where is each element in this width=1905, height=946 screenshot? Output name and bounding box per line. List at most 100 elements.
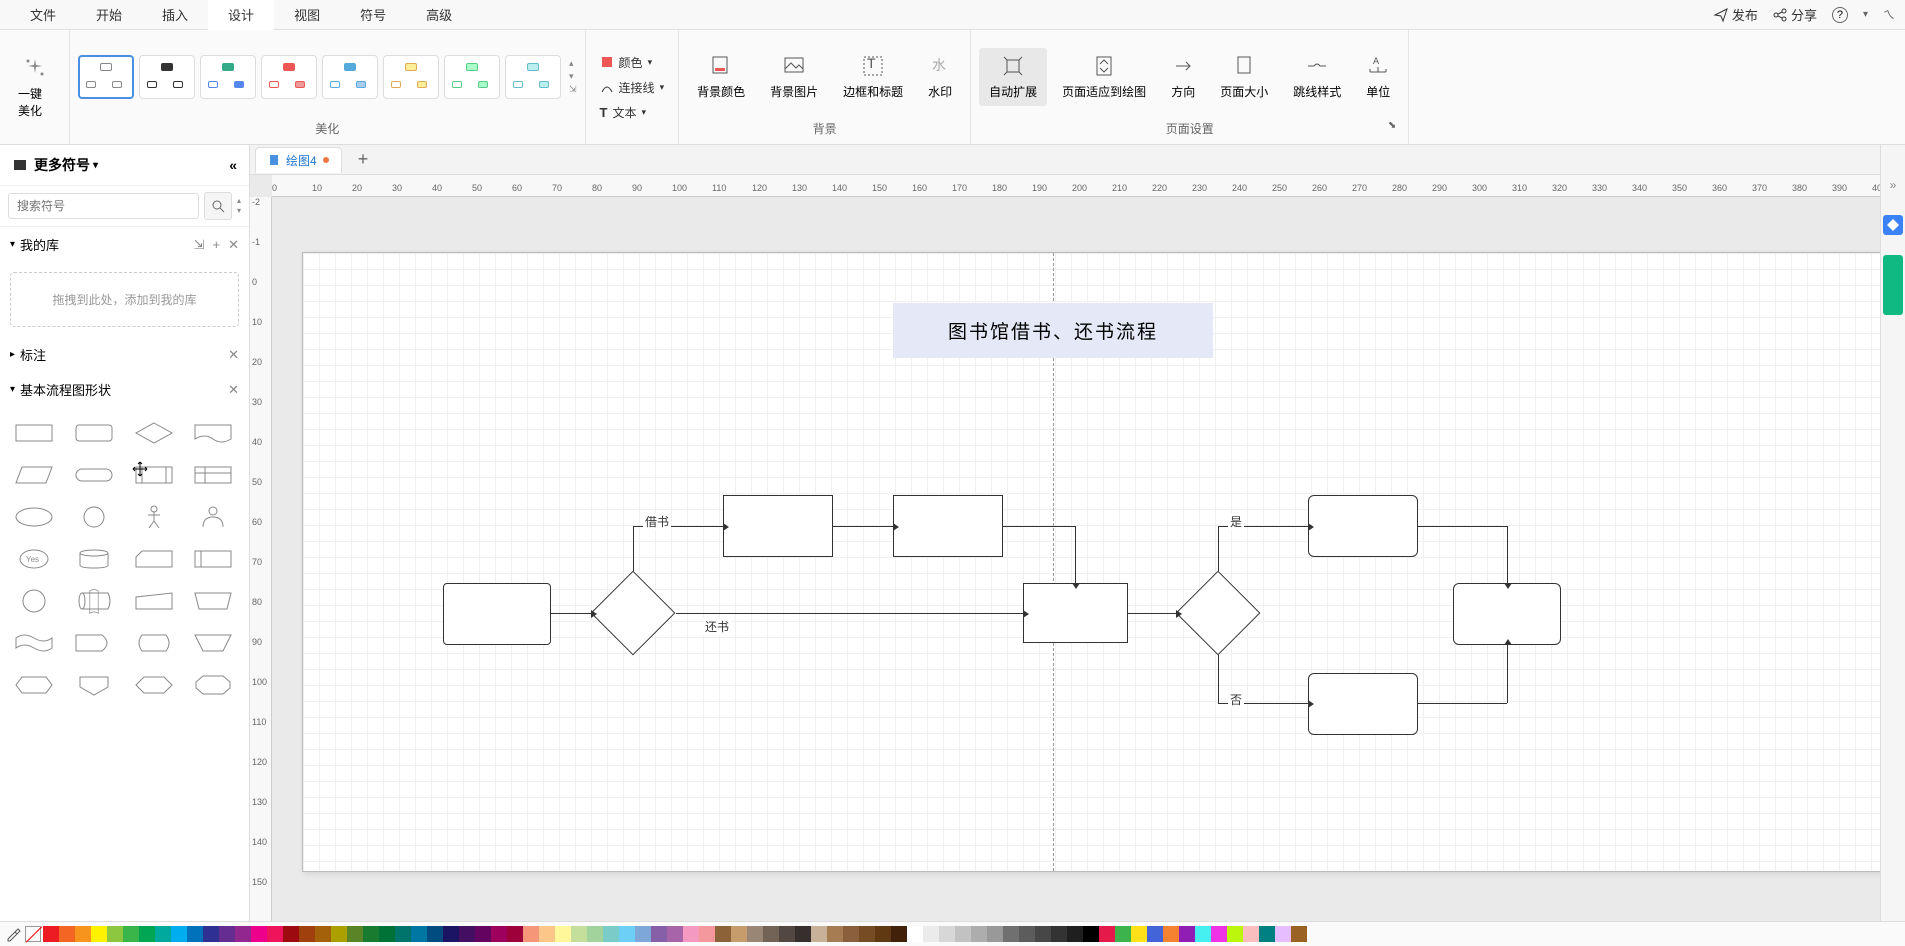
color-swatch[interactable] (987, 926, 1003, 942)
color-swatch[interactable] (1131, 926, 1147, 942)
mylib-close-icon[interactable]: ✕ (228, 237, 239, 253)
panel-down-icon[interactable]: ▾ (237, 206, 241, 216)
theme-8[interactable] (505, 55, 561, 99)
color-swatch[interactable] (635, 926, 651, 942)
color-swatch[interactable] (859, 926, 875, 942)
shape-hex[interactable] (130, 669, 178, 701)
fit-page-button[interactable]: 页面适应到绘图 (1052, 48, 1156, 106)
shape-subroutine[interactable] (189, 543, 237, 575)
bg-image-button[interactable]: 背景图片 (760, 48, 828, 106)
color-swatch[interactable] (747, 926, 763, 942)
shape-manop[interactable] (189, 627, 237, 659)
menu-advanced[interactable]: 高级 (406, 0, 472, 30)
auto-expand-button[interactable]: 自动扩展 (979, 48, 1047, 106)
basicflow-close-icon[interactable]: ✕ (228, 382, 239, 398)
color-swatch[interactable] (43, 926, 59, 942)
mylib-import-icon[interactable]: ⇲ (194, 237, 205, 253)
theme-1[interactable] (78, 55, 134, 99)
color-swatch[interactable] (1179, 926, 1195, 942)
color-swatch[interactable] (59, 926, 75, 942)
shape-rounded[interactable] (70, 417, 118, 449)
shape-document[interactable] (189, 417, 237, 449)
page-size-button[interactable]: 页面大小 (1210, 48, 1278, 106)
menu-view[interactable]: 视图 (274, 0, 340, 30)
mylib-add-icon[interactable]: + (213, 237, 221, 253)
color-swatch[interactable] (299, 926, 315, 942)
shape-stored[interactable] (70, 585, 118, 617)
shape-delay[interactable] (70, 627, 118, 659)
help-button[interactable]: ? (1832, 7, 1848, 23)
theme-4[interactable] (261, 55, 317, 99)
basicflow-section[interactable]: ▾ 基本流程图形状 ✕ (0, 372, 249, 407)
fc-decision-2[interactable] (1176, 571, 1261, 656)
color-swatch[interactable] (1291, 926, 1307, 942)
shape-ellipse[interactable] (10, 501, 58, 533)
unit-button[interactable]: A单位 (1356, 48, 1400, 106)
theme-7[interactable] (444, 55, 500, 99)
color-swatch[interactable] (763, 926, 779, 942)
color-swatch[interactable] (203, 926, 219, 942)
shape-connector[interactable] (10, 585, 58, 617)
shape-tape[interactable] (10, 627, 58, 659)
color-swatch[interactable] (1195, 926, 1211, 942)
color-swatch[interactable] (443, 926, 459, 942)
color-swatch[interactable] (1227, 926, 1243, 942)
shape-predefined[interactable] (130, 459, 178, 491)
fc-rect-top-1[interactable] (723, 495, 833, 557)
color-swatch[interactable] (971, 926, 987, 942)
color-swatch[interactable] (715, 926, 731, 942)
color-swatch[interactable] (827, 926, 843, 942)
shape-user[interactable] (189, 501, 237, 533)
color-swatch[interactable] (395, 926, 411, 942)
format-tab-icon[interactable] (1883, 215, 1903, 235)
border-title-button[interactable]: T边框和标题 (833, 48, 913, 106)
color-swatch[interactable] (811, 926, 827, 942)
menu-symbol[interactable]: 符号 (340, 0, 406, 30)
color-swatch[interactable] (491, 926, 507, 942)
beautify-button[interactable]: 一键美化 (8, 50, 61, 125)
watermark-button[interactable]: 水水印 (918, 48, 962, 106)
fc-start[interactable] (443, 583, 551, 645)
color-swatch[interactable] (923, 926, 939, 942)
theme-more-icon[interactable]: ⇲ (569, 84, 577, 95)
shape-offpage[interactable] (70, 669, 118, 701)
color-swatch[interactable] (251, 926, 267, 942)
shape-terminator[interactable] (70, 459, 118, 491)
color-swatch[interactable] (571, 926, 587, 942)
shape-database[interactable] (70, 543, 118, 575)
menu-file[interactable]: 文件 (10, 0, 76, 30)
eyedropper-icon[interactable] (5, 926, 21, 942)
fc-decision-1[interactable] (591, 571, 676, 656)
color-swatch[interactable] (651, 926, 667, 942)
color-swatch[interactable] (683, 926, 699, 942)
shape-card[interactable] (130, 543, 178, 575)
shape-loop[interactable] (189, 585, 237, 617)
fc-rect-top-2[interactable] (893, 495, 1003, 557)
publish-button[interactable]: 发布 (1714, 5, 1758, 24)
mylib-section[interactable]: ▾ 我的库 ⇲ + ✕ (0, 227, 249, 262)
color-swatch[interactable] (1083, 926, 1099, 942)
fc-end[interactable] (1453, 583, 1561, 645)
color-swatch[interactable] (1211, 926, 1227, 942)
annotation-close-icon[interactable]: ✕ (228, 347, 239, 363)
shape-actor[interactable] (130, 501, 178, 533)
color-swatch[interactable] (1115, 926, 1131, 942)
color-swatch[interactable] (347, 926, 363, 942)
annotation-section[interactable]: ▸ 标注 ✕ (0, 337, 249, 372)
color-swatch[interactable] (699, 926, 715, 942)
color-swatch[interactable] (331, 926, 347, 942)
doc-tab-1[interactable]: 绘图4 (255, 147, 342, 173)
fc-rect-yes[interactable] (1308, 495, 1418, 557)
no-fill-swatch[interactable] (25, 926, 41, 942)
color-swatch[interactable] (1275, 926, 1291, 942)
color-swatch[interactable] (603, 926, 619, 942)
connector-dropdown[interactable]: 连接线▾ (594, 76, 671, 99)
properties-tab-icon[interactable] (1883, 255, 1903, 315)
search-button[interactable] (204, 192, 232, 220)
shape-display[interactable] (130, 627, 178, 659)
color-swatch[interactable] (843, 926, 859, 942)
theme-up-icon[interactable]: ▴ (569, 58, 577, 69)
color-swatch[interactable] (891, 926, 907, 942)
color-swatch[interactable] (379, 926, 395, 942)
color-swatch[interactable] (731, 926, 747, 942)
